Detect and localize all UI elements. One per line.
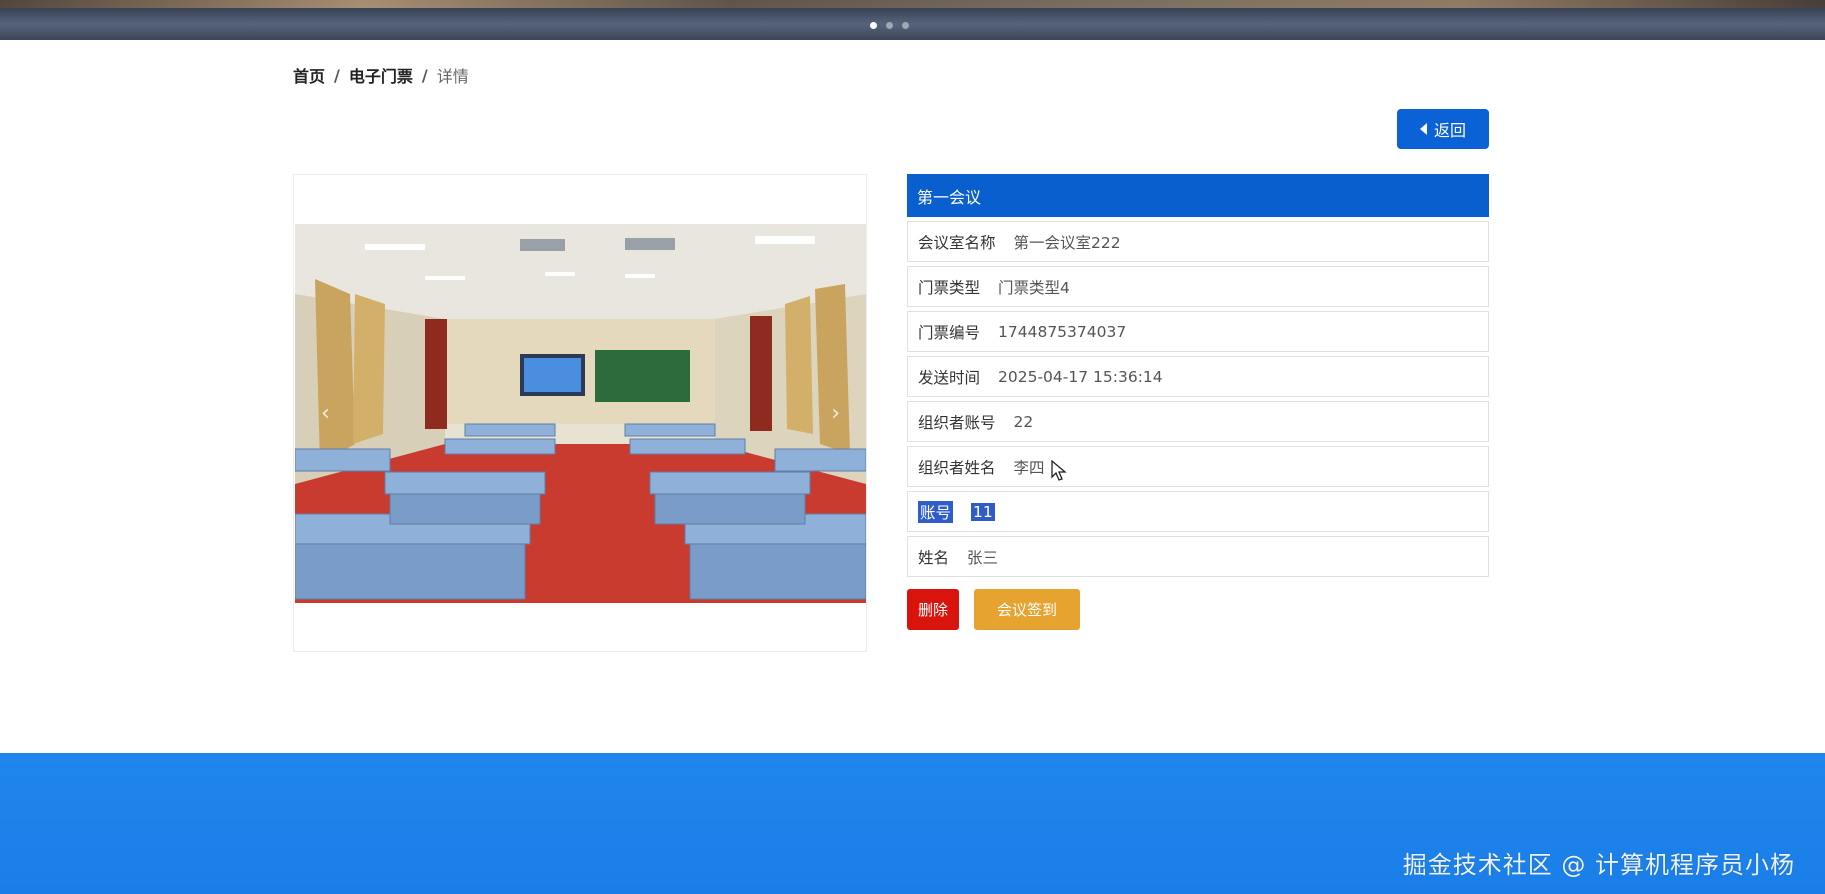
breadcrumb: 首页 / 电子门票 / 详情 <box>293 63 469 87</box>
meeting-room-photo: ‹ › <box>295 224 866 603</box>
breadcrumb-section[interactable]: 电子门票 <box>349 63 413 87</box>
row-value: 第一会议室222 <box>1013 233 1121 252</box>
detail-row-ticket-number: 门票编号 1744875374037 <box>907 311 1489 352</box>
row-label: 会议室名称 <box>918 233 996 252</box>
row-label: 姓名 <box>918 548 950 567</box>
row-value: 李四 <box>1013 458 1045 477</box>
breadcrumb-current: 详情 <box>436 67 469 86</box>
row-label: 门票编号 <box>918 323 981 342</box>
sign-in-button[interactable]: 会议签到 <box>974 589 1080 630</box>
row-label: 门票类型 <box>918 278 981 297</box>
back-button[interactable]: 返回 <box>1397 109 1489 149</box>
row-value: 门票类型4 <box>998 278 1070 297</box>
top-banner <box>0 0 1825 40</box>
gallery-next-button[interactable]: › <box>831 402 840 425</box>
detail-row-room-name: 会议室名称 第一会议室222 <box>907 221 1489 262</box>
row-label: 组织者账号 <box>918 413 996 432</box>
mouse-cursor-icon <box>1051 460 1067 481</box>
gallery-prev-button[interactable]: ‹ <box>321 402 330 425</box>
row-value: 2025-04-17 15:36:14 <box>998 367 1163 386</box>
breadcrumb-separator: / <box>421 65 428 85</box>
detail-row-organizer-name: 组织者姓名 李四 <box>907 446 1489 487</box>
banner-image-edge <box>0 0 1825 8</box>
carousel-dot[interactable] <box>870 22 877 29</box>
image-gallery: ‹ › <box>293 174 867 652</box>
row-value: 1744875374037 <box>998 322 1127 341</box>
caret-left-icon <box>1419 123 1427 135</box>
breadcrumb-separator: / <box>334 65 340 85</box>
row-value: 22 <box>1013 412 1034 431</box>
row-label: 组织者姓名 <box>918 458 996 477</box>
detail-row-ticket-type: 门票类型 门票类型4 <box>907 266 1489 307</box>
detail-row-send-time: 发送时间 2025-04-17 15:36:14 <box>907 356 1489 397</box>
back-button-label: 返回 <box>1433 121 1466 140</box>
row-value: 张三 <box>967 548 999 567</box>
carousel-dot[interactable] <box>902 22 909 29</box>
detail-row-account: 账号 11 <box>907 491 1489 532</box>
row-label: 账号 <box>918 500 954 523</box>
page-footer: 掘金技术社区 @ 计算机程序员小杨 <box>0 753 1825 894</box>
detail-row-name: 姓名 张三 <box>907 536 1489 577</box>
ticket-detail-table: 第一会议 会议室名称 第一会议室222 门票类型 门票类型4 门票编号 1744… <box>907 174 1489 577</box>
delete-button[interactable]: 删除 <box>907 589 959 630</box>
carousel-dot[interactable] <box>886 22 893 29</box>
row-value: 11 <box>971 502 995 521</box>
detail-row-organizer-account: 组织者账号 22 <box>907 401 1489 442</box>
action-bar: 删除 会议签到 <box>907 589 1080 630</box>
carousel-indicators <box>870 22 909 29</box>
detail-title: 第一会议 <box>907 174 1489 217</box>
watermark-text: 掘金技术社区 @ 计算机程序员小杨 <box>1402 851 1795 879</box>
row-label: 发送时间 <box>918 368 981 387</box>
breadcrumb-home[interactable]: 首页 <box>293 63 325 87</box>
